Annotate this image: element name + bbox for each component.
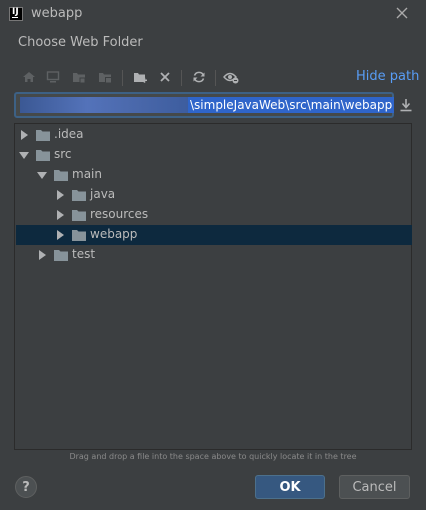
collapse-arrow-icon[interactable]: [19, 149, 29, 161]
expand-arrow-icon[interactable]: [55, 209, 65, 221]
folder-icon: [72, 210, 86, 221]
project-folder-icon[interactable]: [70, 68, 88, 86]
intellij-idea-icon: IJ: [9, 7, 23, 21]
tree-node-label: java: [90, 187, 116, 201]
toolbar-separator: [181, 70, 182, 86]
tree-node-test[interactable]: test: [16, 245, 412, 265]
tree-node-webapp[interactable]: webapp: [16, 225, 412, 245]
home-icon[interactable]: [20, 68, 38, 86]
tree-node-main[interactable]: main: [16, 165, 412, 185]
collapse-arrow-icon[interactable]: [37, 169, 47, 181]
drag-drop-hint: Drag and drop a file into the space abov…: [69, 452, 357, 461]
folder-icon: [54, 250, 68, 261]
module-folder-icon[interactable]: [96, 68, 114, 86]
path-value: \simpleJavaWeb\src\main\webapp: [188, 97, 395, 113]
folder-icon: [36, 150, 50, 161]
download-icon[interactable]: [398, 97, 414, 113]
refresh-icon[interactable]: [190, 68, 208, 86]
new-folder-icon[interactable]: [131, 68, 149, 86]
close-icon[interactable]: [395, 6, 409, 20]
tree-node-java[interactable]: java: [16, 185, 412, 205]
toolbar: [14, 64, 412, 90]
toolbar-separator: [215, 70, 216, 86]
dialog-subtitle: Choose Web Folder: [18, 35, 143, 50]
cancel-button[interactable]: Cancel: [339, 475, 410, 499]
ok-button[interactable]: OK: [255, 475, 325, 499]
path-input[interactable]: \simpleJavaWeb\src\main\webapp: [14, 92, 395, 118]
tree-node-label: src: [54, 147, 72, 161]
folder-tree[interactable]: .idea src main java resources webapp tes…: [14, 123, 412, 450]
tree-node-label: .idea: [54, 127, 84, 141]
tree-node-idea[interactable]: .idea: [16, 125, 412, 145]
expand-arrow-icon[interactable]: [55, 189, 65, 201]
window-title: webapp: [31, 6, 83, 21]
desktop-icon[interactable]: [44, 68, 62, 86]
folder-icon: [36, 130, 50, 141]
expand-arrow-icon[interactable]: [55, 229, 65, 241]
tree-node-resources[interactable]: resources: [16, 205, 412, 225]
help-button[interactable]: ?: [15, 476, 37, 498]
show-hidden-icon[interactable]: [222, 68, 240, 86]
folder-icon: [72, 230, 86, 241]
expand-arrow-icon[interactable]: [37, 249, 47, 261]
tree-node-src[interactable]: src: [16, 145, 412, 165]
tree-node-label: main: [72, 167, 102, 181]
path-redacted-prefix: [20, 97, 188, 113]
tree-node-label: webapp: [90, 227, 138, 241]
tree-node-label: resources: [90, 207, 149, 221]
toolbar-separator: [122, 70, 123, 86]
delete-icon[interactable]: [156, 68, 174, 86]
expand-arrow-icon[interactable]: [19, 129, 29, 141]
hide-path-link[interactable]: Hide path: [356, 69, 419, 84]
folder-icon: [54, 170, 68, 181]
folder-icon: [72, 190, 86, 201]
title-bar: IJ webapp: [0, 0, 426, 28]
tree-node-label: test: [72, 247, 96, 261]
